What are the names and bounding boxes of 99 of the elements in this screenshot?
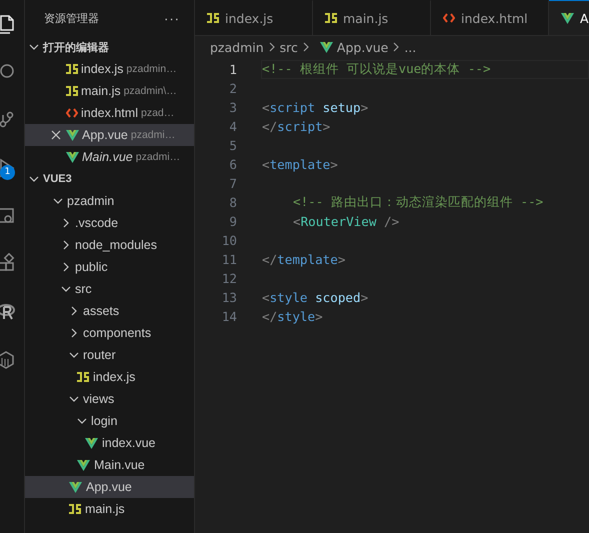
folder-item[interactable]: .vscode <box>25 212 194 234</box>
js-file-icon <box>77 372 89 382</box>
code-line: <script setup> <box>262 100 368 115</box>
file-path: pzadmin… <box>126 63 177 75</box>
section-header[interactable]: 打开的编辑器 <box>25 36 194 58</box>
js-file-icon <box>66 64 78 74</box>
editor-tab[interactable]: A <box>549 0 589 35</box>
more-actions-button[interactable]: ··· <box>164 10 180 26</box>
breadcrumb-item[interactable]: App.vue <box>314 40 388 54</box>
file-item[interactable]: App.vue <box>25 476 194 498</box>
chevron-down-icon[interactable] <box>77 416 87 426</box>
chevron-right-icon[interactable] <box>61 218 71 228</box>
folder-item[interactable]: login <box>25 410 194 432</box>
open-editor-item[interactable]: index.js pzadmin… <box>25 58 194 80</box>
files-icon[interactable] <box>0 13 16 35</box>
chevron-down-icon[interactable] <box>53 196 63 206</box>
chevron-right-icon[interactable] <box>61 240 71 250</box>
chevron-right-icon <box>268 42 276 52</box>
js-file-icon <box>325 13 337 23</box>
folder-item[interactable]: router <box>25 344 194 366</box>
js-file-icon <box>69 504 81 514</box>
folder-item[interactable]: views <box>25 388 194 410</box>
line-number: 8 <box>228 195 237 210</box>
line-number: 13 <box>220 290 237 305</box>
sidebar-title: 资源管理器 <box>44 12 99 26</box>
file-path: pzadmi… <box>136 151 180 163</box>
file-path: pzad… <box>140 107 174 119</box>
vue-logo-icon <box>77 459 90 471</box>
vue-logo-icon <box>561 12 574 24</box>
folder-item[interactable]: src <box>25 278 194 300</box>
file-name: Main.vue <box>82 150 133 164</box>
editor-tab[interactable]: main.js <box>313 0 431 35</box>
chevron-right-icon <box>392 42 400 52</box>
line-number: 11 <box>220 252 237 267</box>
vue-logo-icon <box>66 129 79 141</box>
file-name: App.vue <box>82 128 128 142</box>
code-line: </script> <box>262 119 330 134</box>
line-number: 12 <box>220 271 237 286</box>
vue-logo-icon <box>69 481 82 493</box>
play-icon[interactable] <box>0 157 16 179</box>
line-number: 7 <box>228 176 237 191</box>
file-name: index.js <box>81 62 124 76</box>
chevron-right-icon[interactable] <box>61 262 71 272</box>
folder-item[interactable]: public <box>25 256 194 278</box>
code-line: <style scoped> <box>262 290 368 305</box>
open-editor-item[interactable]: App.vue pzadmi… <box>25 124 194 146</box>
chevron-right-icon <box>302 42 310 52</box>
chevron-down-icon[interactable] <box>29 174 39 184</box>
open-editor-item[interactable]: main.js pzadmin\… <box>25 80 194 102</box>
chevron-down-icon[interactable] <box>61 284 71 294</box>
chevron-down-icon[interactable] <box>69 394 79 404</box>
breadcrumb-item[interactable]: pzadmin <box>210 40 264 54</box>
line-number: 1 <box>228 62 237 77</box>
js-file-icon <box>66 86 78 96</box>
file-name: main.js <box>81 84 121 98</box>
code-brackets-icon <box>443 12 455 24</box>
folder-item[interactable]: node_modules <box>25 234 194 256</box>
code-brackets-icon <box>66 107 78 119</box>
vue-logo-icon <box>85 437 98 449</box>
vue-logo-icon <box>320 41 333 53</box>
folder-item[interactable]: assets <box>25 300 194 322</box>
file-path: pzadmi… <box>130 129 176 141</box>
vue-logo-icon <box>66 151 79 163</box>
chevron-down-icon[interactable] <box>29 42 39 52</box>
file-name: index.html <box>81 106 138 120</box>
file-item[interactable]: Main.vue <box>25 454 194 476</box>
close-icon[interactable] <box>51 130 61 140</box>
chevron-right-icon[interactable] <box>69 328 79 338</box>
line-number: 3 <box>228 100 237 115</box>
file-item[interactable]: main.js <box>25 498 194 520</box>
breadcrumb-item[interactable]: src <box>280 40 298 54</box>
code-line: <template> <box>262 157 338 172</box>
notification-badge: 1 <box>0 165 15 180</box>
code-line: </style> <box>262 309 323 324</box>
code-line: </template> <box>262 252 346 267</box>
chevron-right-icon[interactable] <box>69 306 79 316</box>
editor-tab[interactable]: index.js <box>195 0 313 35</box>
line-number: 6 <box>228 157 237 172</box>
code-line: <RouterView /> <box>293 214 400 229</box>
folder-item[interactable]: components <box>25 322 194 344</box>
box-icon[interactable] <box>0 349 16 371</box>
file-item[interactable]: index.vue <box>25 432 194 454</box>
file-path: pzadmin\… <box>124 85 177 97</box>
line-number: 14 <box>220 309 237 324</box>
code-line: <!-- 路由出口：动态渲染匹配的组件 --> <box>293 194 544 211</box>
line-number: 2 <box>228 81 237 96</box>
line-number: 10 <box>220 233 237 248</box>
line-number: 4 <box>228 119 237 134</box>
breadcrumb-item[interactable]: ... <box>404 40 416 54</box>
chevron-down-icon[interactable] <box>69 350 79 360</box>
section-header[interactable]: VUE3 <box>25 168 194 190</box>
line-number: 5 <box>228 138 237 153</box>
code-line: <!-- 根组件 可以说是vue的本体 --> <box>262 61 491 78</box>
file-item[interactable]: index.js <box>25 366 194 388</box>
folder-item[interactable]: pzadmin <box>25 190 194 212</box>
line-number: 9 <box>228 214 237 229</box>
open-editor-item[interactable]: Main.vue pzadmi… <box>25 146 194 168</box>
open-editor-item[interactable]: index.html pzad… <box>25 102 194 124</box>
js-file-icon <box>207 13 219 23</box>
